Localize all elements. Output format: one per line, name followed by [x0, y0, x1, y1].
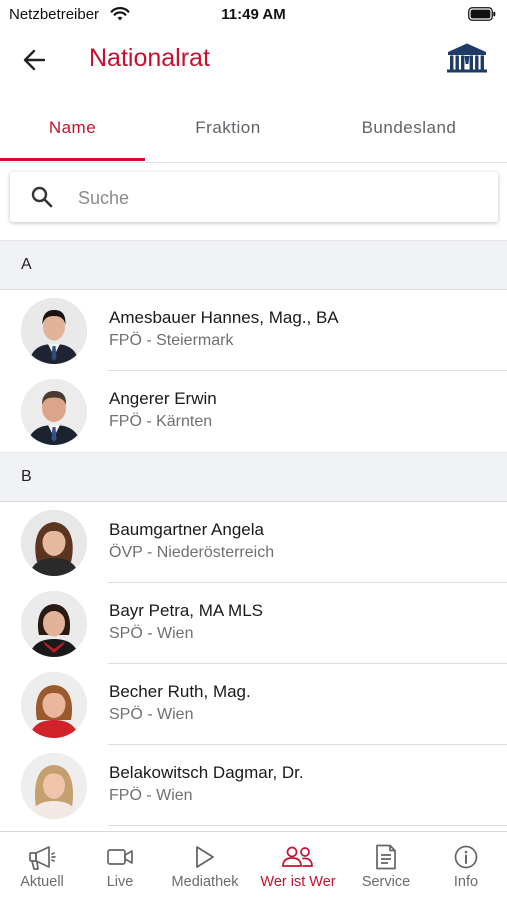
back-arrow-icon[interactable]	[20, 46, 52, 74]
member-name: Angerer Erwin	[109, 389, 217, 408]
people-icon	[282, 846, 313, 867]
tab-name[interactable]: Name	[0, 100, 145, 160]
member-party: FPÖ - Wien	[109, 787, 193, 804]
avatar	[21, 753, 87, 819]
document-icon	[376, 844, 396, 870]
parliament-logo-icon	[447, 43, 487, 73]
nav-aktuell[interactable]: Aktuell	[0, 832, 84, 901]
list-item[interactable]: Becher Ruth, Mag. SPÖ - Wien	[0, 664, 507, 745]
member-party: SPÖ - Wien	[109, 706, 194, 723]
member-party: ÖVP - Niederösterreich	[109, 544, 275, 561]
avatar	[21, 510, 87, 576]
avatar	[21, 672, 87, 738]
nav-label: Live	[106, 874, 134, 890]
nav-label: Service	[361, 874, 411, 890]
member-name: Becher Ruth, Mag.	[109, 682, 251, 701]
list-item[interactable]: Angerer Erwin FPÖ - Kärnten	[0, 371, 507, 452]
nav-live[interactable]: Live	[78, 832, 162, 901]
member-party: FPÖ - Kärnten	[109, 413, 213, 430]
nav-label: Wer ist Wer	[260, 874, 336, 890]
list-item[interactable]: Baumgartner Angela ÖVP - Niederösterreic…	[0, 502, 507, 583]
info-icon	[454, 845, 478, 869]
section-header-b: B	[0, 452, 507, 502]
nav-label: Info	[453, 874, 479, 890]
member-name: Bayr Petra, MA MLS	[109, 601, 263, 620]
member-party: FPÖ - Steiermark	[109, 332, 234, 349]
list-item[interactable]: Amesbauer Hannes, Mag., BA FPÖ - Steierm…	[0, 290, 507, 371]
battery-icon	[468, 7, 496, 21]
member-name: Baumgartner Angela	[109, 520, 264, 539]
avatar	[21, 591, 87, 657]
member-name: Amesbauer Hannes, Mag., BA	[109, 308, 339, 327]
active-tab-indicator	[0, 158, 145, 161]
member-list[interactable]: A Amesbauer Hannes, Mag., BA FPÖ - Steie…	[0, 240, 507, 832]
bottom-navigation: Aktuell Live Mediathek Wer ist Wer Servi…	[0, 831, 507, 901]
video-camera-icon	[107, 849, 133, 865]
section-header-a: A	[0, 240, 507, 290]
nav-label: Aktuell	[20, 874, 64, 890]
megaphone-icon	[29, 846, 56, 870]
tab-bundesland[interactable]: Bundesland	[311, 100, 507, 160]
app-header: Nationalrat	[0, 30, 507, 100]
nav-info[interactable]: Info	[424, 832, 507, 901]
avatar	[21, 298, 87, 364]
search-bar[interactable]	[10, 172, 498, 222]
list-item[interactable]: Bayr Petra, MA MLS SPÖ - Wien	[0, 583, 507, 664]
search-icon	[31, 186, 53, 208]
search-input[interactable]	[76, 182, 480, 214]
status-bar: Netzbetreiber 11:49 AM	[0, 0, 507, 30]
tab-bar: Name Fraktion Bundesland	[0, 100, 507, 163]
nav-wer-ist-wer[interactable]: Wer ist Wer	[256, 832, 340, 901]
member-name: Belakowitsch Dagmar, Dr.	[109, 763, 304, 782]
tab-fraktion[interactable]: Fraktion	[145, 100, 311, 160]
nav-service[interactable]: Service	[344, 832, 428, 901]
page-title: Nationalrat	[89, 44, 210, 72]
member-party: SPÖ - Wien	[109, 625, 194, 642]
nav-mediathek[interactable]: Mediathek	[163, 832, 247, 901]
list-item[interactable]: Belakowitsch Dagmar, Dr. FPÖ - Wien	[0, 745, 507, 826]
play-icon	[196, 846, 214, 868]
status-time: 11:49 AM	[221, 6, 286, 23]
avatar	[21, 379, 87, 445]
nav-label: Mediathek	[171, 874, 239, 890]
